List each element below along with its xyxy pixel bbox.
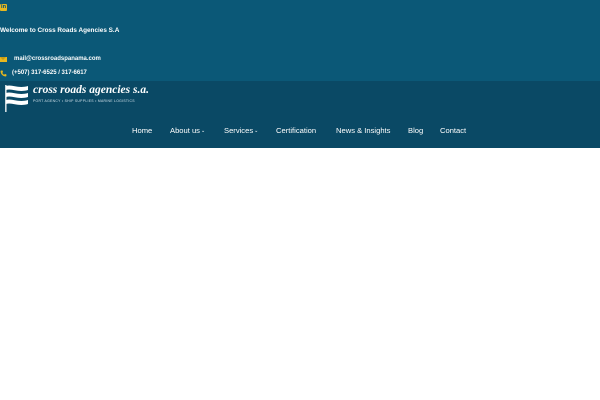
chevron-down-icon: ⌄ <box>254 128 259 134</box>
menu-item-home[interactable]: Home <box>132 123 152 139</box>
contact-phone[interactable]: (+507) 317-6525 / 317-6617 <box>0 68 87 78</box>
main-navbar: cross roads agencies s.a. PORT AGENCY • … <box>0 81 600 148</box>
mail-icon <box>0 56 7 62</box>
logo-tagline: PORT AGENCY • SHIP SUPPLIES • MARINE LOG… <box>33 99 135 103</box>
menu-label: News & Insights <box>336 126 391 135</box>
menu-label: Blog <box>408 126 424 135</box>
menu-label: Home <box>132 126 153 135</box>
logo-name: cross roads agencies s.a. <box>33 84 149 96</box>
chevron-down-icon: ⌄ <box>200 128 206 134</box>
email-text[interactable]: mail@crossroadspanama.com <box>14 54 101 64</box>
phone-icon <box>0 70 7 77</box>
menu-label: Services <box>224 126 254 135</box>
menu-label: About us <box>170 126 200 135</box>
menu-item-contact[interactable]: Contact <box>440 123 466 139</box>
flag-logo-icon <box>5 85 28 112</box>
menu-label: Contact <box>440 126 467 135</box>
menu-item-blog[interactable]: Blog <box>408 123 423 139</box>
page-content <box>0 148 600 400</box>
site-logo[interactable]: cross roads agencies s.a. PORT AGENCY • … <box>4 84 149 112</box>
welcome-text: Welcome to Cross Roads Agencies S.A <box>0 27 120 34</box>
menu-item-about-us[interactable]: About us ⌄ <box>170 123 205 139</box>
menu-item-services[interactable]: Services ⌄ <box>224 123 258 139</box>
menu-label: Certification <box>276 126 317 135</box>
linkedin-icon[interactable]: in <box>0 4 7 11</box>
phone-text[interactable]: (+507) 317-6525 / 317-6617 <box>12 68 87 78</box>
linkedin-glyph: in <box>0 4 7 10</box>
menu-item-certification[interactable]: Certification <box>276 123 316 139</box>
menu-item-news-insights[interactable]: News & Insights <box>336 123 390 139</box>
main-menu: Home About us ⌄ Services ⌄ Certification… <box>0 123 600 139</box>
contact-email[interactable]: mail@crossroadspanama.com <box>0 54 101 64</box>
top-bar: in Welcome to Cross Roads Agencies S.A m… <box>0 0 600 81</box>
